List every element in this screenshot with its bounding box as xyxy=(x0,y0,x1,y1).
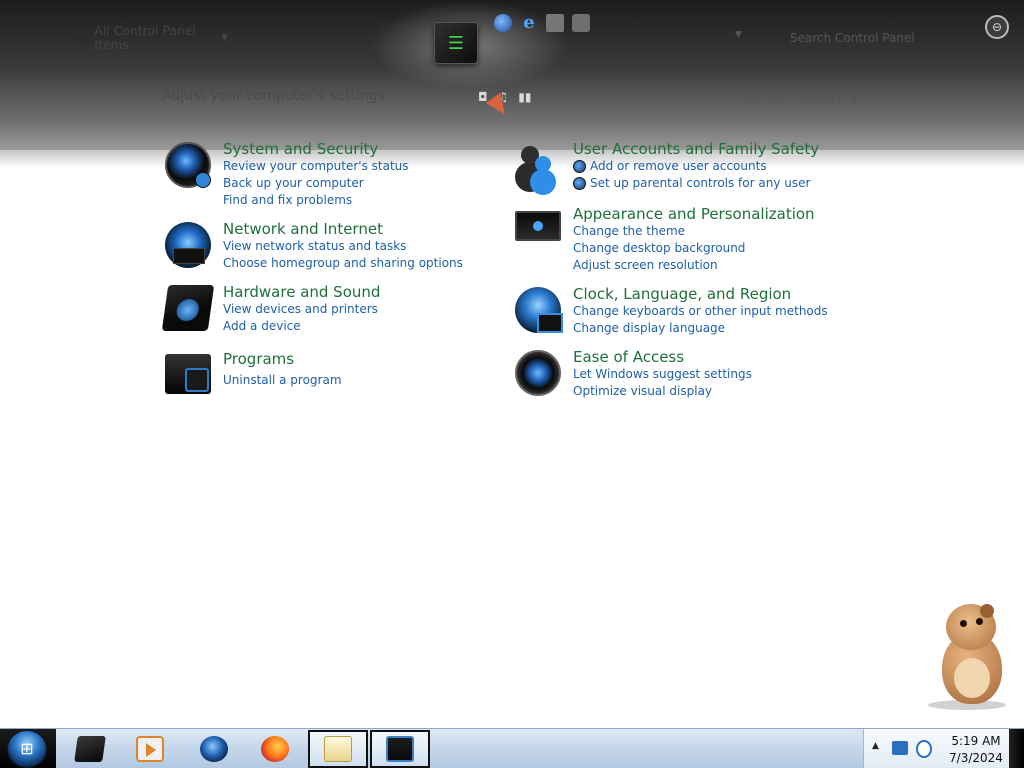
taskbar-monitor[interactable] xyxy=(370,730,430,768)
uac-shield-icon xyxy=(573,160,586,173)
category-title[interactable]: Ease of Access xyxy=(573,348,752,366)
window-header: All Control Panel Items ▼ ☰ e ▼ Search C… xyxy=(0,0,1024,168)
programs-icon[interactable] xyxy=(165,354,211,394)
control-panel-icon xyxy=(324,736,352,762)
link-change-theme[interactable]: Change the theme xyxy=(573,223,815,240)
taskbar-firefox[interactable] xyxy=(247,730,303,768)
hamster-mascot-icon[interactable] xyxy=(928,602,1010,710)
volume-tray-icon[interactable] xyxy=(916,740,932,758)
folder-icon[interactable] xyxy=(546,14,564,32)
start-area: ⊞ xyxy=(0,729,56,768)
hardware-printer-icon[interactable] xyxy=(161,285,215,331)
category-clock-region: Clock, Language, and Region Change keybo… xyxy=(515,285,828,337)
link-review-status[interactable]: Review your computer's status xyxy=(223,158,409,175)
link-screen-resolution[interactable]: Adjust screen resolution xyxy=(573,257,815,274)
category-network-internet: Network and Internet View network status… xyxy=(165,220,463,272)
link-add-device[interactable]: Add a device xyxy=(223,318,380,335)
media-player-icon xyxy=(136,736,164,762)
link-find-fix[interactable]: Find and fix problems xyxy=(223,192,409,209)
link-keyboards[interactable]: Change keyboards or other input methods xyxy=(573,303,828,320)
link-devices-printers[interactable]: View devices and printers xyxy=(223,301,380,318)
clock-time[interactable]: 5:19 AM xyxy=(944,734,1008,748)
category-hardware-sound: Hardware and Sound View devices and prin… xyxy=(161,283,380,335)
clock-date[interactable]: 7/3/2024 xyxy=(944,751,1008,765)
system-tray: ▲ 5:19 AM 7/3/2024 xyxy=(863,729,1024,768)
close-icon[interactable]: ⊖ xyxy=(985,15,1009,39)
security-shield-icon[interactable] xyxy=(165,142,211,188)
page-title: Adjust your computer's settings xyxy=(162,88,386,104)
network-tray-icon[interactable] xyxy=(892,741,908,755)
users-icon[interactable] xyxy=(515,142,561,188)
taskbar-control-panel[interactable] xyxy=(308,730,368,768)
search-input[interactable]: Search Control Panel xyxy=(790,28,940,48)
taskbar-media-player[interactable] xyxy=(122,730,178,768)
people-icon[interactable] xyxy=(572,14,590,32)
app-logo-icon: ☰ xyxy=(434,22,478,64)
control-panel-icon xyxy=(78,33,89,43)
link-homegroup[interactable]: Choose homegroup and sharing options xyxy=(223,255,463,272)
link-text[interactable]: Add or remove user accounts xyxy=(590,158,767,175)
pause-icon[interactable]: ▮▮ xyxy=(518,90,531,104)
refresh-dropdown-icon[interactable]: ▼ xyxy=(735,30,742,40)
taskbar: ⊞ ▲ 5:19 AM 7/3/2024 xyxy=(0,728,1024,768)
category-system-security: System and Security Review your computer… xyxy=(165,140,409,209)
mascot-ear xyxy=(980,604,994,618)
globe-icon xyxy=(200,736,228,762)
category-title[interactable]: Hardware and Sound xyxy=(223,283,380,301)
firefox-icon xyxy=(261,736,289,762)
link-uninstall[interactable]: Uninstall a program xyxy=(223,372,342,389)
link-text[interactable]: Set up parental controls for any user xyxy=(590,175,810,192)
network-globe-icon[interactable] xyxy=(165,222,211,268)
link-display-language[interactable]: Change display language xyxy=(573,320,828,337)
mascot-belly xyxy=(954,658,990,698)
category-title[interactable]: Network and Internet xyxy=(223,220,463,238)
mascot-eye xyxy=(976,618,983,625)
ease-of-access-icon[interactable] xyxy=(515,350,561,396)
globe-icon[interactable] xyxy=(494,14,512,32)
category-user-accounts: User Accounts and Family Safety Add or r… xyxy=(515,140,819,192)
link-add-remove-users[interactable]: Add or remove user accounts xyxy=(573,158,819,175)
category-programs: Programs Uninstall a program xyxy=(165,350,342,394)
category-title[interactable]: System and Security xyxy=(223,140,409,158)
start-button[interactable]: ⊞ xyxy=(7,730,47,768)
view-by-selector[interactable]: View by: Category ▼ xyxy=(735,92,859,105)
link-desktop-background[interactable]: Change desktop background xyxy=(573,240,815,257)
taskbar-explorer[interactable] xyxy=(62,730,118,768)
taskbar-globe[interactable] xyxy=(186,730,242,768)
link-parental-controls[interactable]: Set up parental controls for any user xyxy=(573,175,819,192)
link-optimize-display[interactable]: Optimize visual display xyxy=(573,383,752,400)
clock-globe-icon[interactable] xyxy=(515,287,563,333)
show-desktop-button[interactable] xyxy=(1009,729,1024,768)
category-title[interactable]: Appearance and Personalization xyxy=(573,205,815,223)
category-ease-of-access: Ease of Access Let Windows suggest setti… xyxy=(515,348,752,400)
address-bar[interactable]: All Control Panel Items ▼ xyxy=(78,24,228,52)
internet-explorer-icon[interactable]: e xyxy=(520,14,538,32)
link-backup[interactable]: Back up your computer xyxy=(223,175,409,192)
quick-launch: e xyxy=(494,14,590,32)
address-path: All Control Panel Items xyxy=(94,24,196,52)
view-by-value[interactable]: Category xyxy=(793,92,843,105)
category-title[interactable]: Clock, Language, and Region xyxy=(573,285,828,303)
chevron-down-icon[interactable]: ▼ xyxy=(850,92,858,105)
link-network-status[interactable]: View network status and tasks xyxy=(223,238,463,255)
category-title[interactable]: User Accounts and Family Safety xyxy=(573,140,819,158)
uac-shield-icon xyxy=(573,177,586,190)
category-appearance: Appearance and Personalization Change th… xyxy=(515,205,815,274)
view-by-label: View by: xyxy=(739,92,785,105)
explorer-icon xyxy=(74,736,106,762)
chevron-down-icon[interactable]: ▼ xyxy=(221,33,228,43)
monitor-icon[interactable] xyxy=(515,211,561,241)
category-title[interactable]: Programs xyxy=(223,350,342,368)
monitor-icon xyxy=(386,736,414,762)
show-hidden-icons-icon[interactable]: ▲ xyxy=(872,741,879,751)
mascot-eye xyxy=(960,620,967,627)
link-suggest-settings[interactable]: Let Windows suggest settings xyxy=(573,366,752,383)
